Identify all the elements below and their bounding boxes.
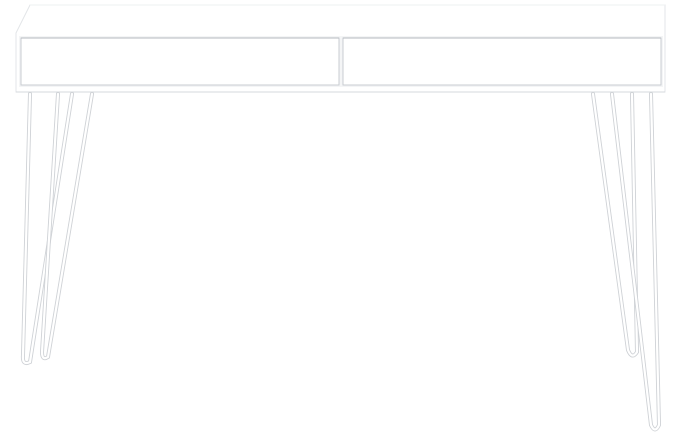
product-photo <box>0 0 679 438</box>
drawers <box>19 36 663 87</box>
leg-front-left <box>20 92 74 366</box>
left-drawer <box>20 37 340 86</box>
right-drawer <box>342 37 662 86</box>
hairpin-legs <box>20 92 662 432</box>
desk-illustration <box>15 4 666 432</box>
